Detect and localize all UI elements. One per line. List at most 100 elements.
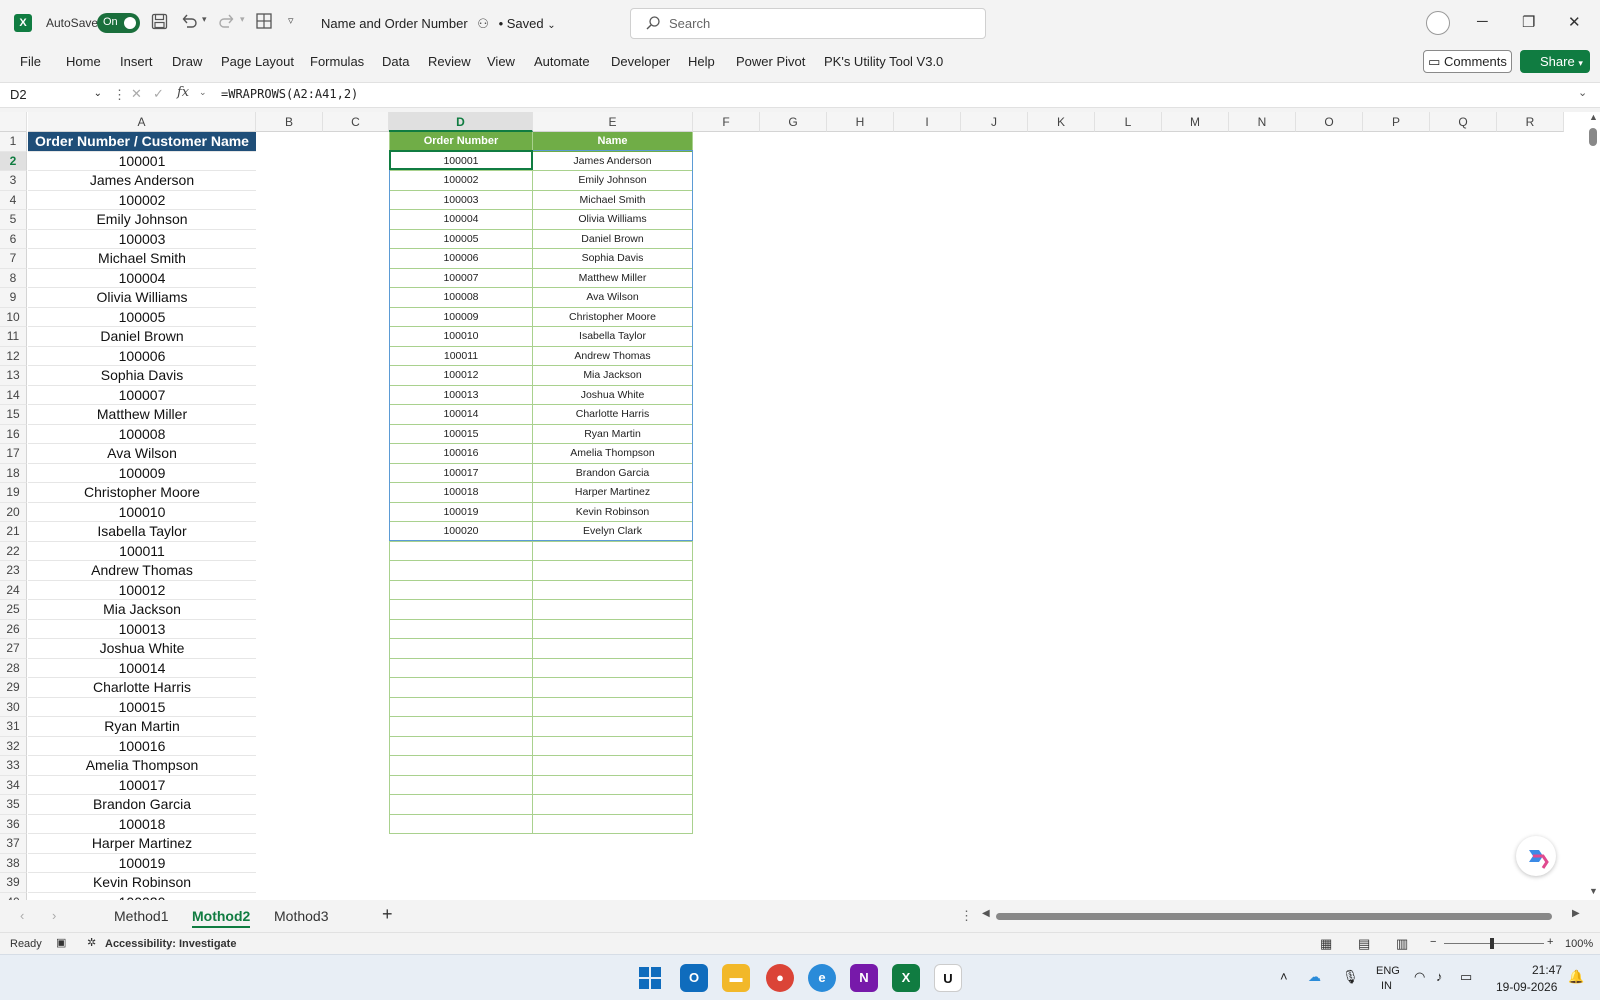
cell-d14[interactable]: 100013 xyxy=(389,385,533,405)
cell-d9[interactable]: 100008 xyxy=(389,288,533,308)
cell-a7[interactable]: Michael Smith xyxy=(28,249,256,269)
cell-d27[interactable] xyxy=(389,639,533,659)
tab-view[interactable]: View xyxy=(487,54,515,69)
column-header-d[interactable]: D xyxy=(389,112,533,132)
cell-a16[interactable]: 100008 xyxy=(28,425,256,444)
row-header-37[interactable]: 37 xyxy=(0,834,27,854)
cell-e4[interactable]: Michael Smith xyxy=(533,190,693,210)
cell-a4[interactable]: 100002 xyxy=(28,191,256,210)
tab-data[interactable]: Data xyxy=(382,54,409,69)
page-break-view-icon[interactable]: ▥ xyxy=(1396,936,1408,952)
cell-a20[interactable]: 100010 xyxy=(28,503,256,522)
cell-e35[interactable] xyxy=(533,795,693,815)
column-header-i[interactable]: I xyxy=(894,112,961,132)
tab-automate[interactable]: Automate xyxy=(534,54,590,69)
cell-e6[interactable]: Daniel Brown xyxy=(533,229,693,249)
row-header-2[interactable]: 2 xyxy=(0,151,27,171)
row-header-1[interactable]: 1 xyxy=(0,132,27,152)
row-header-17[interactable]: 17 xyxy=(0,444,27,464)
cell-e9[interactable]: Ava Wilson xyxy=(533,288,693,308)
volume-icon[interactable]: ♪ xyxy=(1436,969,1443,984)
cell-a2[interactable]: 100001 xyxy=(28,152,256,171)
zoom-level[interactable]: 100% xyxy=(1565,938,1593,950)
row-header-25[interactable]: 25 xyxy=(0,600,27,620)
row-header-38[interactable]: 38 xyxy=(0,853,27,873)
cell-d30[interactable] xyxy=(389,697,533,717)
cell-d6[interactable]: 100005 xyxy=(389,229,533,249)
row-header-34[interactable]: 34 xyxy=(0,775,27,795)
cell-d33[interactable] xyxy=(389,756,533,776)
cell-e12[interactable]: Andrew Thomas xyxy=(533,346,693,366)
scroll-down-icon[interactable]: ▼ xyxy=(1589,886,1598,896)
cell-d23[interactable] xyxy=(389,561,533,581)
cell-e30[interactable] xyxy=(533,697,693,717)
cell-d36[interactable] xyxy=(389,814,533,834)
sheet-tab-method1[interactable]: Method1 xyxy=(114,908,168,924)
cell-e19[interactable]: Harper Martinez xyxy=(533,483,693,503)
cell-a17[interactable]: Ava Wilson xyxy=(28,444,256,464)
wifi-icon[interactable]: ◠ xyxy=(1414,969,1425,985)
minimize-icon[interactable]: ─ xyxy=(1477,13,1488,30)
undo-dropdown-icon[interactable]: ▾ xyxy=(202,14,207,25)
scroll-left-icon[interactable]: ◀ xyxy=(982,908,990,919)
cell-e16[interactable]: Ryan Martin xyxy=(533,424,693,444)
row-header-36[interactable]: 36 xyxy=(0,814,27,834)
row-header-31[interactable]: 31 xyxy=(0,717,27,737)
cell-a27[interactable]: Joshua White xyxy=(28,639,256,659)
row-header-28[interactable]: 28 xyxy=(0,658,27,678)
cell-a13[interactable]: Sophia Davis xyxy=(28,366,256,386)
cell-a19[interactable]: Christopher Moore xyxy=(28,483,256,503)
cell-a36[interactable]: 100018 xyxy=(28,815,256,834)
chrome-icon[interactable]: ● xyxy=(766,964,794,992)
cell-a15[interactable]: Matthew Miller xyxy=(28,405,256,425)
column-header-o[interactable]: O xyxy=(1296,112,1363,132)
row-header-7[interactable]: 7 xyxy=(0,249,27,269)
chevron-up-icon[interactable]: ˄ xyxy=(1280,969,1288,984)
excel-taskbar-icon[interactable]: X xyxy=(892,964,920,992)
cell-d26[interactable] xyxy=(389,619,533,639)
clock-date[interactable]: 19-09-2026 xyxy=(1496,980,1557,994)
microphone-icon[interactable]: 🎙 xyxy=(1342,969,1359,985)
row-header-26[interactable]: 26 xyxy=(0,619,27,639)
cell-e31[interactable] xyxy=(533,717,693,737)
row-header-16[interactable]: 16 xyxy=(0,424,27,444)
cell-d10[interactable]: 100009 xyxy=(389,307,533,327)
cell-a6[interactable]: 100003 xyxy=(28,230,256,249)
tab-draw[interactable]: Draw xyxy=(172,54,202,69)
cell-d20[interactable]: 100019 xyxy=(389,502,533,522)
column-header-b[interactable]: B xyxy=(256,112,323,132)
language-top[interactable]: ENG xyxy=(1376,965,1400,977)
cell-a14[interactable]: 100007 xyxy=(28,386,256,405)
cell-e11[interactable]: Isabella Taylor xyxy=(533,327,693,347)
accessibility-status[interactable]: Accessibility: Investigate xyxy=(105,938,236,950)
cell-e10[interactable]: Christopher Moore xyxy=(533,307,693,327)
row-header-10[interactable]: 10 xyxy=(0,307,27,327)
cell-e22[interactable] xyxy=(533,541,693,561)
tab-home[interactable]: Home xyxy=(66,54,101,69)
cell-a8[interactable]: 100004 xyxy=(28,269,256,288)
cell-e1-header[interactable]: Name xyxy=(533,132,693,152)
cell-a9[interactable]: Olivia Williams xyxy=(28,288,256,308)
cell-e34[interactable] xyxy=(533,775,693,795)
sheet-tab-mothod3[interactable]: Mothod3 xyxy=(274,908,328,924)
cell-d35[interactable] xyxy=(389,795,533,815)
row-header-35[interactable]: 35 xyxy=(0,795,27,815)
share-button[interactable]: Share ▾ xyxy=(1520,50,1590,73)
edge-icon[interactable]: e xyxy=(808,964,836,992)
language-bottom[interactable]: IN xyxy=(1381,980,1392,992)
row-header-5[interactable]: 5 xyxy=(0,210,27,230)
worksheet-grid[interactable]: A B C D E F G H I J K L M N O P Q R 1 2 3 4 5 6 7 8 9 10 11 12 13 14 15 1… xyxy=(0,112,1600,900)
row-header-33[interactable]: 33 xyxy=(0,756,27,776)
tab-file[interactable]: File xyxy=(20,54,41,69)
row-header-21[interactable]: 21 xyxy=(0,522,27,542)
zoom-out-icon[interactable]: − xyxy=(1430,936,1436,948)
cell-a5[interactable]: Emily Johnson xyxy=(28,210,256,230)
onedrive-icon[interactable]: ☁ xyxy=(1308,969,1321,985)
row-header-20[interactable]: 20 xyxy=(0,502,27,522)
cell-a24[interactable]: 100012 xyxy=(28,581,256,600)
prev-sheet-icon[interactable]: ‹ xyxy=(20,908,24,923)
cell-e2[interactable]: James Anderson xyxy=(533,151,693,171)
expand-formula-icon[interactable]: ⌄ xyxy=(1578,86,1587,99)
zoom-slider-thumb[interactable] xyxy=(1490,938,1494,949)
cell-a22[interactable]: 100011 xyxy=(28,542,256,561)
